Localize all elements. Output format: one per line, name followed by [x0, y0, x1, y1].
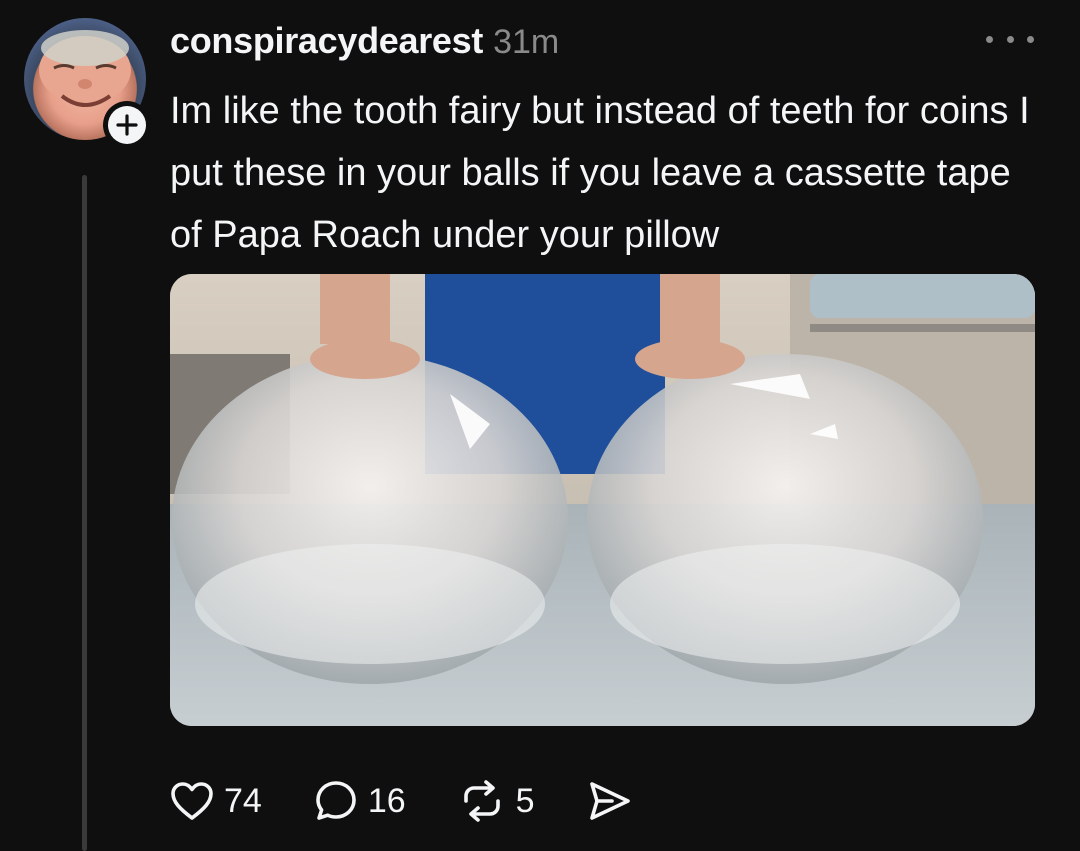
- send-icon: [589, 782, 630, 820]
- comment-icon: [316, 781, 356, 820]
- reply-count: 16: [367, 781, 406, 820]
- action-bar: 74 16 5: [170, 776, 685, 826]
- repost-icon: [463, 780, 500, 822]
- post-text: Im like the tooth fairy but instead of t…: [170, 90, 1030, 256]
- thread-line: [82, 175, 87, 851]
- repost-button[interactable]: 5: [458, 779, 535, 823]
- like-count: 74: [224, 781, 262, 820]
- post-image[interactable]: [170, 274, 1035, 726]
- follow-button[interactable]: [103, 101, 151, 149]
- username[interactable]: conspiracydearest: [170, 20, 483, 62]
- share-button[interactable]: [587, 780, 633, 822]
- heart-icon: [171, 782, 213, 820]
- like-button[interactable]: 74: [170, 781, 262, 821]
- timestamp: 31m: [493, 23, 560, 61]
- post-header: conspiracydearest 31m: [170, 20, 559, 64]
- plus-icon: [108, 106, 146, 144]
- more-horizontal-icon[interactable]: [986, 24, 1034, 54]
- reply-button[interactable]: 16: [314, 779, 406, 823]
- repost-count: 5: [515, 781, 535, 820]
